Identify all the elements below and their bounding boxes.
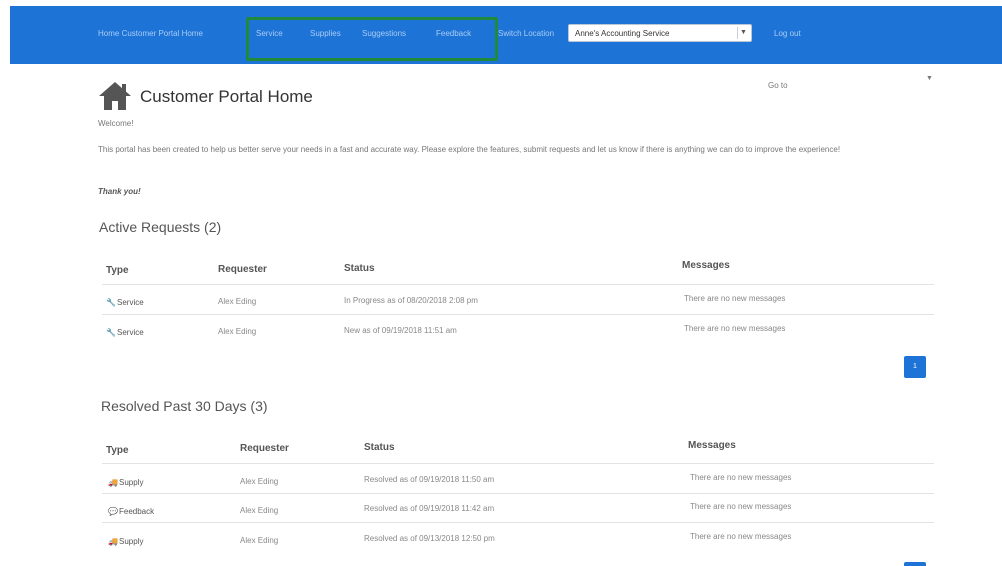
col-status: Status — [364, 442, 395, 453]
table-divider — [102, 493, 934, 494]
table-divider — [102, 463, 934, 464]
home-icon — [99, 82, 131, 110]
row-type-label: Supply — [119, 537, 144, 546]
row-messages: There are no new messages — [690, 502, 792, 511]
row-type-label: Feedback — [119, 507, 155, 516]
comment-icon: 💬 — [108, 507, 118, 516]
nav-link-suggestions[interactable]: Suggestions — [362, 29, 406, 38]
table-divider — [102, 522, 934, 523]
table-divider — [102, 314, 934, 315]
col-messages: Messages — [688, 440, 736, 451]
table-row-type[interactable]: 🔧Service — [106, 298, 144, 307]
pagination-page-button[interactable]: 1 — [904, 356, 926, 378]
page-title: Customer Portal Home — [140, 87, 313, 106]
row-type-label: Service — [117, 298, 144, 307]
wrench-icon: 🔧 — [106, 298, 116, 307]
thanks-text: Thank you! — [98, 187, 141, 196]
intro-text: This portal has been created to help us … — [98, 145, 841, 154]
top-navbar: Home Customer Portal Home Service Suppli… — [10, 6, 1002, 64]
nav-link-supplies[interactable]: Supplies — [310, 29, 341, 38]
col-messages: Messages — [682, 260, 730, 271]
row-status: Resolved as of 09/19/2018 11:50 am — [364, 475, 495, 484]
table-row-type[interactable]: 🚚Supply — [108, 478, 143, 487]
nav-highlight-box — [246, 17, 498, 61]
row-type-label: Supply — [119, 478, 144, 487]
col-status: Status — [344, 263, 375, 274]
row-requester: Alex Eding — [240, 536, 279, 545]
switch-location-label: Switch Location — [498, 29, 555, 38]
truck-icon: 🚚 — [108, 478, 118, 487]
logout-link[interactable]: Log out — [774, 29, 801, 38]
col-requester: Requester — [240, 443, 289, 454]
table-row-type[interactable]: 🔧Service — [106, 328, 144, 337]
row-status: In Progress as of 08/20/2018 2:08 pm — [344, 296, 478, 305]
table-row-type[interactable]: 🚚Supply — [108, 537, 143, 546]
row-requester: Alex Eding — [240, 477, 279, 486]
col-type: Type — [106, 445, 129, 456]
location-select-value: Anne's Accounting Service — [575, 29, 670, 38]
row-messages: There are no new messages — [684, 294, 786, 303]
row-requester: Alex Eding — [218, 327, 257, 336]
wrench-icon: 🔧 — [106, 328, 116, 337]
location-select[interactable]: Anne's Accounting Service ▼ — [568, 24, 752, 42]
col-type: Type — [106, 265, 129, 276]
row-status: Resolved as of 09/19/2018 11:42 am — [364, 504, 495, 513]
row-requester: Alex Eding — [240, 506, 279, 515]
pagination-page-button[interactable] — [904, 562, 926, 566]
row-messages: There are no new messages — [690, 532, 792, 541]
row-type-label: Service — [117, 328, 144, 337]
active-requests-title: Active Requests (2) — [99, 219, 222, 235]
welcome-text: Welcome! — [98, 119, 134, 128]
resolved-title: Resolved Past 30 Days (3) — [101, 398, 268, 414]
col-requester: Requester — [218, 264, 267, 275]
table-divider — [102, 284, 934, 285]
truck-icon: 🚚 — [108, 537, 118, 546]
row-status: New as of 09/19/2018 11:51 am — [344, 326, 457, 335]
nav-link-feedback[interactable]: Feedback — [436, 29, 471, 38]
row-status: Resolved as of 09/13/2018 12:50 pm — [364, 534, 495, 543]
table-row-type[interactable]: 💬Feedback — [108, 507, 154, 516]
chevron-down-icon[interactable]: ▼ — [926, 75, 933, 82]
goto-dropdown[interactable]: Go to — [768, 81, 788, 90]
chevron-down-icon: ▼ — [737, 27, 749, 39]
row-requester: Alex Eding — [218, 297, 257, 306]
row-messages: There are no new messages — [690, 473, 792, 482]
nav-brand[interactable]: Home Customer Portal Home — [98, 29, 203, 38]
nav-link-service[interactable]: Service — [256, 29, 283, 38]
row-messages: There are no new messages — [684, 324, 786, 333]
